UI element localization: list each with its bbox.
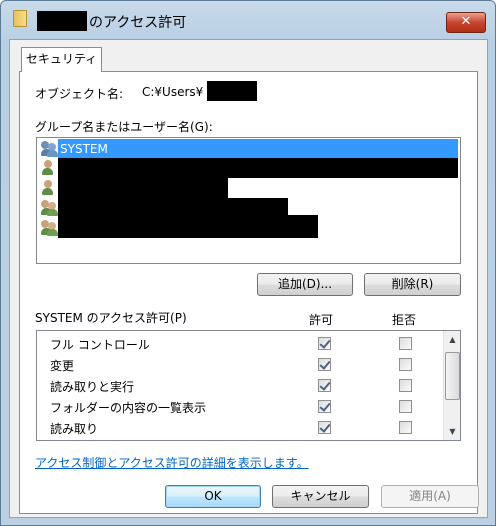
close-button[interactable]: ✕ (446, 12, 486, 33)
ok-button[interactable]: OK (165, 485, 261, 508)
apply-button[interactable]: 適用(A) (381, 485, 479, 508)
cancel-button[interactable]: キャンセル (272, 485, 369, 508)
deny-checkbox-read[interactable] (399, 421, 412, 434)
add-button[interactable]: 追加(D)... (257, 273, 353, 296)
title-bar[interactable]: のアクセス許可 ✕ (1, 1, 495, 33)
users-group-icon (41, 141, 58, 157)
list-item[interactable] (39, 215, 458, 238)
group-user-list[interactable]: SYSTEM (36, 137, 461, 264)
list-item[interactable] (39, 158, 458, 178)
allow-checkbox-read-execute[interactable] (318, 379, 331, 392)
permission-name: フル コントロール (50, 338, 150, 352)
security-tab-panel: オブジェクト名: C:¥Users¥ グループ名またはユーザー名(G): SYS… (19, 71, 478, 514)
selection-highlight (58, 139, 458, 159)
close-icon: ✕ (460, 14, 472, 29)
deny-checkbox-modify[interactable] (399, 358, 412, 371)
permission-name: 変更 (50, 359, 75, 373)
user-icon (42, 180, 58, 196)
window-title: のアクセス許可 (89, 15, 187, 31)
group-list-label: グループ名またはユーザー名(G): (35, 120, 213, 134)
user-icon (42, 160, 58, 176)
scroll-up-arrow-icon[interactable]: ▲ (444, 331, 460, 348)
redacted-username (207, 81, 257, 101)
allow-checkbox-modify[interactable] (318, 358, 331, 371)
scroll-thumb[interactable] (445, 352, 460, 400)
permission-name: 読み取りと実行 (50, 380, 135, 394)
list-item-system[interactable]: SYSTEM (39, 139, 458, 159)
tab-security[interactable]: セキュリティ (21, 47, 102, 72)
deny-checkbox-read-execute[interactable] (399, 379, 412, 392)
list-item-label: SYSTEM (60, 142, 108, 156)
users-group-icon (41, 200, 58, 216)
object-path: C:¥Users¥ (142, 85, 204, 99)
redacted-entry (58, 158, 458, 178)
allow-checkbox-full-control[interactable] (318, 337, 331, 350)
deny-checkbox-list-folder[interactable] (399, 400, 412, 413)
help-link[interactable]: アクセス制御とアクセス許可の詳細を表示します。 (35, 454, 309, 471)
redacted-entry (58, 215, 318, 238)
permission-name: フォルダーの内容の一覧表示 (50, 401, 207, 415)
scroll-down-arrow-icon[interactable]: ▼ (444, 423, 460, 440)
permissions-list[interactable]: フル コントロール 変更 読み取りと実行 フォルダーの内容の一覧表示 読み取り … (36, 330, 461, 441)
deny-checkbox-full-control[interactable] (399, 337, 412, 350)
permissions-label: SYSTEM のアクセス許可(P) (35, 311, 187, 325)
object-name-label: オブジェクト名: (35, 87, 124, 101)
permissions-dialog: のアクセス許可 ✕ セキュリティ オブジェクト名: C:¥Users¥ グループ… (0, 0, 496, 526)
list-item[interactable] (39, 178, 458, 198)
permissions-scrollbar[interactable]: ▲ ▼ (443, 331, 460, 440)
dialog-client-area: セキュリティ オブジェクト名: C:¥Users¥ グループ名またはユーザー名(… (9, 39, 488, 518)
redacted-folder-name (37, 11, 87, 31)
allow-checkbox-read[interactable] (318, 421, 331, 434)
redacted-entry (58, 178, 228, 198)
folder-icon (13, 10, 27, 27)
allow-checkbox-list-folder[interactable] (318, 400, 331, 413)
users-group-icon (41, 220, 58, 236)
remove-button[interactable]: 削除(R) (364, 273, 461, 296)
permission-name: 読み取り (50, 422, 99, 436)
deny-column-header: 拒否 (392, 313, 417, 327)
allow-column-header: 許可 (309, 313, 334, 327)
